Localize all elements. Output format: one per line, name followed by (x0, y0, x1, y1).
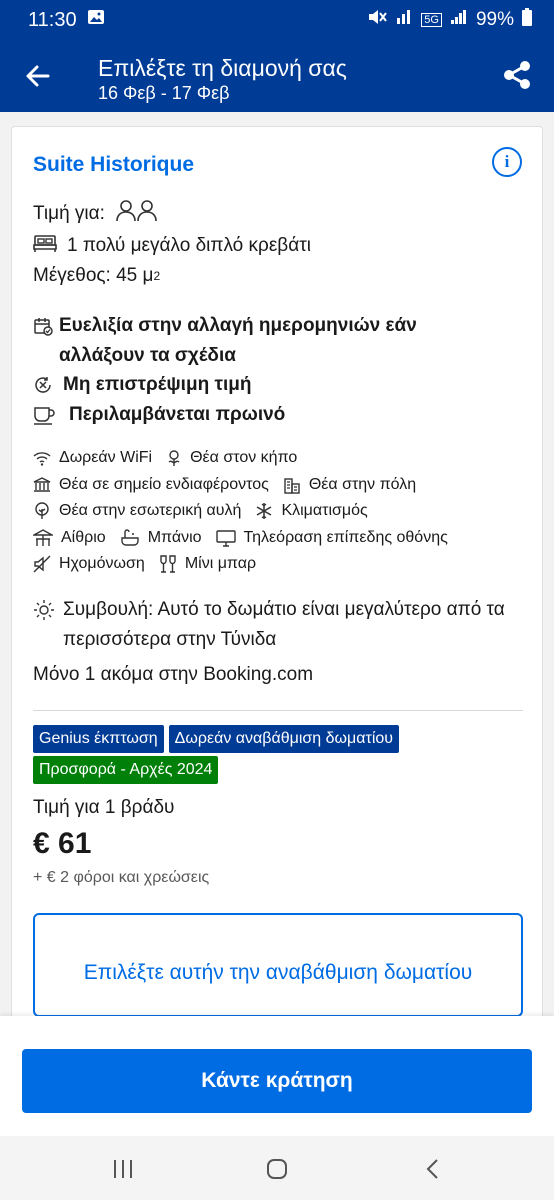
flower-icon (168, 450, 180, 467)
app-header: Επιλέξτε τη διαμονή σας 16 Φεβ - 17 Φεβ (0, 40, 554, 112)
facility-wifi-label: Δωρεάν WiFi (59, 449, 153, 467)
facility-soundproof: Ηχομόνωση (33, 555, 145, 573)
facility-landmark-label: Θέα σε σημείο ενδιαφέροντος (59, 475, 269, 493)
info-icon[interactable]: i (492, 147, 522, 177)
mute-status-icon (367, 8, 388, 32)
battery-icon (522, 8, 532, 32)
select-upgrade-button[interactable]: Επιλέξτε αυτήν την αναβάθμιση δωματίου (33, 913, 523, 1017)
price-for-label: Τιμή για: (33, 203, 105, 224)
facility-minibar: Μίνι μπαρ (159, 555, 256, 573)
facility-tv: Τηλεόραση επίπεδης οθόνης (215, 528, 448, 547)
cup-icon (33, 400, 57, 430)
gallery-icon (87, 8, 105, 32)
stay-dates: 16 Φεβ - 17 Φεβ (98, 83, 230, 103)
wifi-icon (33, 452, 51, 466)
signal-icon (450, 8, 468, 32)
facility-bath-label: Μπάνιο (147, 528, 202, 546)
people-icon (115, 199, 159, 229)
battery-percent: 99% (475, 9, 514, 30)
taxes-text: + € 2 φόροι και χρεώσεις (33, 869, 210, 886)
facility-wifi: Δωρεάν WiFi (33, 449, 152, 467)
facility-city-view: Θέα στην πόλη (283, 476, 416, 494)
facility-garden-label: Θέα στον κήπο (190, 449, 298, 467)
facilities-list: Δωρεάν WiFi Θέα στον κήπο Θέα σε σημείο … (33, 445, 533, 578)
facility-courtyard-label: Θέα στην εσωτερική αυλή (59, 502, 242, 520)
price-for-row: Τιμή για: (33, 199, 159, 229)
network-label: 5G (421, 13, 442, 27)
share-icon[interactable] (500, 58, 534, 92)
bed-type: 1 πολύ μεγάλο διπλό κρεβάτι (67, 235, 311, 256)
deal-badges: Genius έκπτωση Δωρεάν αναβάθμιση δωματίο… (33, 725, 503, 784)
free-upgrade-badge: Δωρεάν αναβάθμιση δωματίου (168, 725, 400, 753)
facility-soundproof-label: Ηχομόνωση (59, 555, 145, 573)
genius-badge: Genius έκπτωση (33, 725, 164, 753)
availability-text: Μόνο 1 ακόμα στην Booking.com (33, 664, 314, 685)
snowflake-icon (257, 503, 272, 520)
room-size-value: Μέγεθος: 45 μ (33, 265, 154, 286)
price-label: Τιμή για 1 βράδυ (33, 797, 175, 818)
landmark-icon (33, 476, 51, 492)
tv-icon (215, 530, 236, 547)
facility-courtyard-view: Θέα στην εσωτερική αυλή (33, 502, 241, 520)
price-value: € 61 (33, 827, 92, 860)
tip-text: Συμβουλή: Αυτό το δωμάτιο είναι μεγαλύτε… (63, 599, 505, 650)
divider (33, 710, 523, 711)
policy-flexible: Ευελιξία στην αλλαγή ημερομηνιών εάν αλλ… (33, 311, 453, 371)
non-refundable-text: Μη επιστρέψιμη τιμή (63, 374, 252, 395)
bottom-action-bar: Κάντε κράτηση (0, 1016, 554, 1136)
facility-garden-view: Θέα στον κήπο (166, 449, 297, 467)
room-name[interactable]: Suite Historique (33, 153, 194, 177)
flexible-text: Ευελιξία στην αλλαγή ημερομηνιών εάν αλλ… (59, 315, 417, 366)
circle-x-icon (33, 370, 57, 400)
deal-badge: Προσφορά - Αρχές 2024 (33, 756, 219, 784)
tree-icon (35, 502, 49, 520)
city-icon (284, 478, 300, 494)
patio-icon (33, 528, 53, 546)
bed-icon (33, 233, 57, 259)
mute-icon (33, 555, 51, 573)
room-tip: Συμβουλή: Αυτό το δωμάτιο είναι μεγαλύτε… (33, 595, 523, 655)
facility-bath: Μπάνιο (120, 529, 202, 547)
facility-ac-label: Κλιματισμός (281, 502, 368, 520)
page-title: Επιλέξτε τη διαμονή σας (98, 55, 347, 81)
breakfast-text: Περιλαμβάνεται πρωινό (69, 404, 286, 425)
room-card: Suite Historique i Τιμή για: 1 πολύ μεγά… (11, 126, 543, 1026)
bed-row: 1 πολύ μεγάλο διπλό κρεβάτι (33, 233, 311, 259)
system-nav-bar (0, 1136, 554, 1200)
back-nav-icon[interactable] (418, 1154, 448, 1184)
room-size-exponent: 2 (153, 269, 161, 283)
facility-minibar-label: Μίνι μπαρ (184, 555, 257, 573)
home-icon[interactable] (262, 1154, 292, 1184)
facility-patio: Αίθριο (33, 529, 106, 547)
status-bar: 11:30 5G 99% (0, 0, 554, 40)
room-size: Μέγεθος: 45 μ2 (33, 265, 160, 287)
facility-ac: Κλιματισμός (255, 502, 368, 520)
policy-breakfast: Περιλαμβάνεται πρωινό (33, 400, 285, 430)
facility-landmark-view: Θέα σε σημείο ενδιαφέροντος (33, 476, 269, 494)
facility-city-label: Θέα στην πόλη (308, 475, 417, 493)
wifi-status-icon (395, 8, 413, 32)
recent-apps-icon[interactable] (108, 1154, 138, 1184)
back-arrow-icon[interactable] (22, 60, 54, 92)
glasses-icon (160, 555, 176, 573)
bath-icon (120, 529, 139, 546)
policy-non-refundable: Μη επιστρέψιμη τιμή (33, 370, 251, 400)
calendar-check-icon (33, 311, 53, 341)
lightbulb-icon (33, 595, 63, 625)
book-button[interactable]: Κάντε κράτηση (22, 1049, 532, 1113)
facility-patio-label: Αίθριο (61, 528, 106, 546)
facility-tv-label: Τηλεόραση επίπεδης οθόνης (243, 528, 448, 546)
status-time: 11:30 (28, 8, 77, 31)
